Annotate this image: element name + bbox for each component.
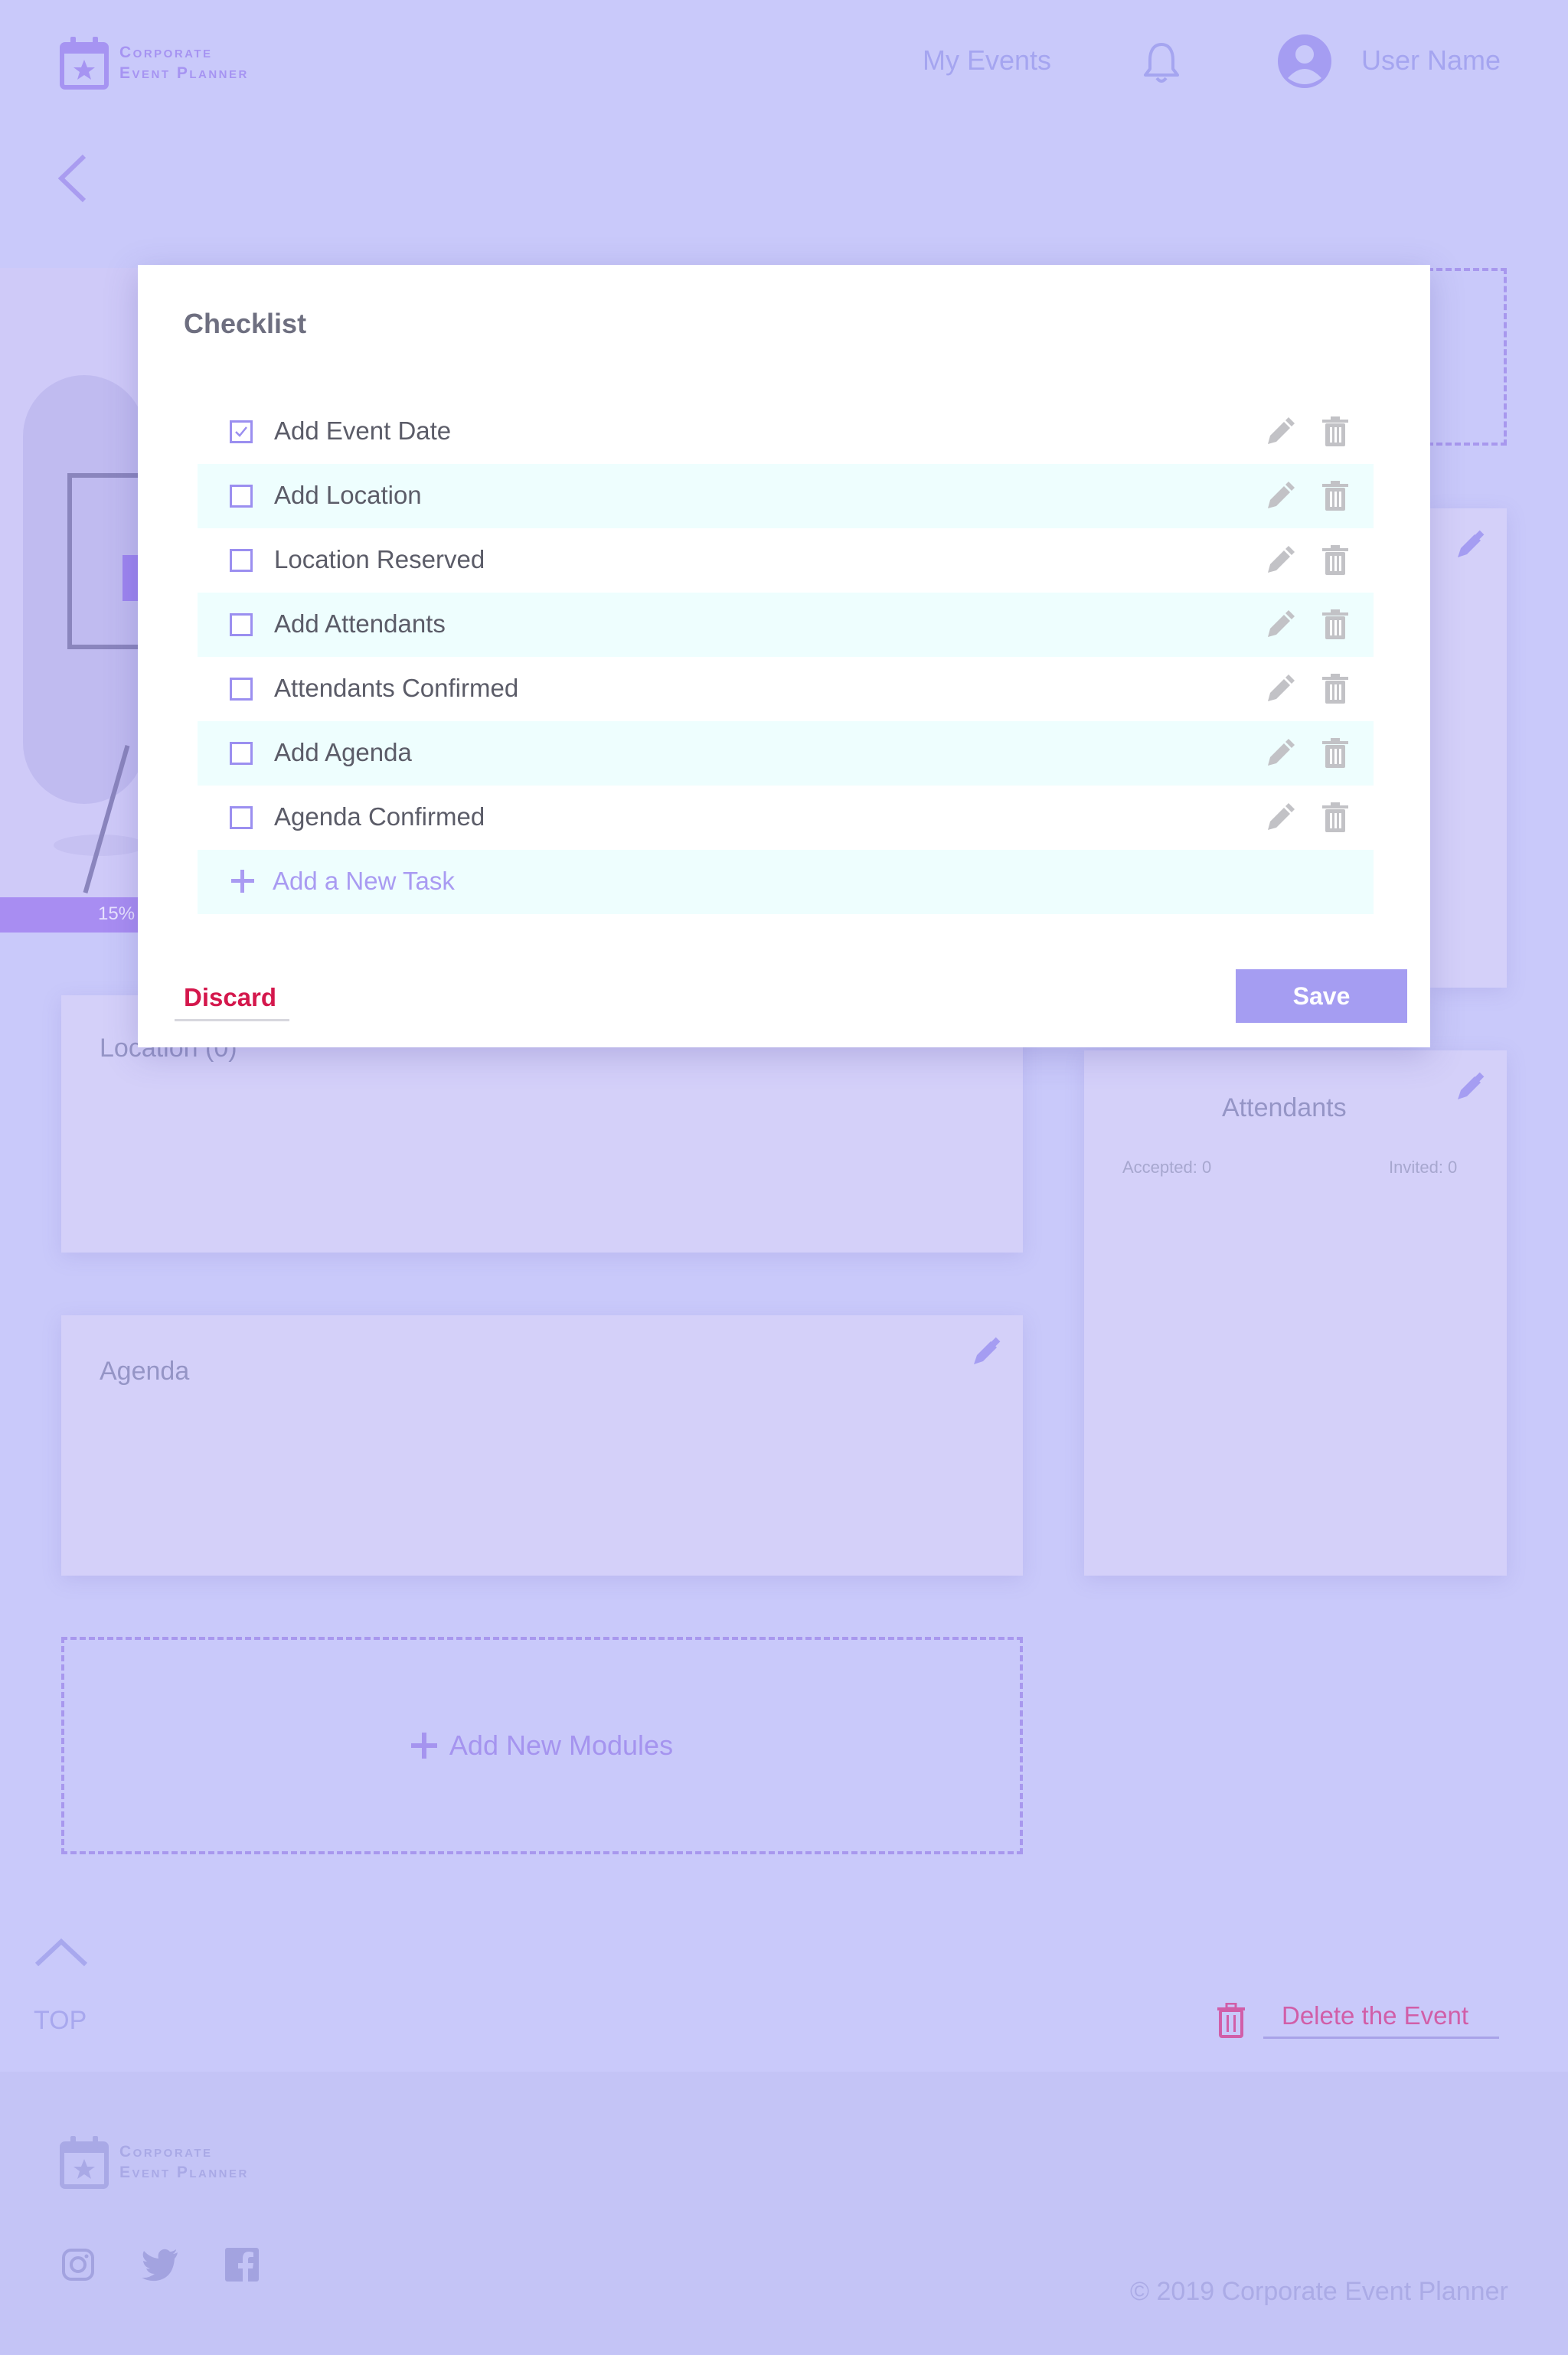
attendants-invited: Invited: 0: [1389, 1158, 1458, 1177]
task-row: Location Reserved: [198, 528, 1374, 593]
task-label: Attendants Confirmed: [274, 674, 519, 702]
footer-logo[interactable]: Corporate Event Planner: [60, 2135, 249, 2190]
plus-icon: [230, 868, 256, 894]
instagram-icon[interactable]: [61, 2248, 95, 2282]
trash-icon[interactable]: [1321, 609, 1349, 640]
chevron-up-icon[interactable]: [34, 1937, 89, 1968]
add-new-modules-button[interactable]: Add New Modules: [61, 1637, 1023, 1854]
checklist-modal: Checklist Add Event Date Add Location Loca…: [138, 265, 1430, 1047]
task-label: Location Reserved: [274, 545, 485, 573]
logo-line-1: Corporate: [119, 44, 213, 61]
pencil-icon[interactable]: [1265, 481, 1295, 511]
save-button[interactable]: Save: [1236, 969, 1407, 1023]
calendar-star-icon: [60, 35, 109, 90]
task-row: Agenda Confirmed: [198, 786, 1374, 850]
modal-title: Checklist: [184, 308, 307, 339]
pencil-icon[interactable]: [1265, 416, 1295, 447]
back-arrow-icon[interactable]: [55, 153, 89, 204]
delete-event-label: Delete the Event: [1263, 2001, 1499, 2039]
attendants-card: Attendants Accepted: 0 Invited: 0: [1084, 1050, 1507, 1576]
task-checkbox[interactable]: [230, 549, 253, 572]
pencil-icon[interactable]: [1455, 530, 1485, 560]
footer: Corporate Event Planner © 2019 Corporate…: [0, 2072, 1568, 2355]
attendants-accepted: Accepted: 0: [1122, 1158, 1212, 1177]
facebook-icon[interactable]: [225, 2248, 259, 2282]
pencil-icon[interactable]: [971, 1337, 1001, 1367]
task-row: Add Attendants: [198, 593, 1374, 657]
twitter-icon[interactable]: [141, 2248, 179, 2282]
task-list: Add Event Date Add Location Location Reser…: [198, 400, 1374, 914]
event-progress-label: 15%: [98, 903, 136, 924]
footer-logo-line-1: Corporate: [119, 2143, 213, 2161]
trash-icon[interactable]: [1321, 802, 1349, 833]
event-hero-image: [0, 268, 145, 930]
task-checkbox[interactable]: [230, 678, 253, 701]
pencil-icon[interactable]: [1265, 545, 1295, 576]
user-name[interactable]: User Name: [1361, 44, 1501, 77]
task-label: Agenda Confirmed: [274, 802, 485, 831]
top-nav: Corporate Event Planner My Events User N…: [0, 0, 1568, 122]
task-row: Add Event Date: [198, 400, 1374, 464]
pencil-icon[interactable]: [1265, 609, 1295, 640]
copyright: © 2019 Corporate Event Planner: [1130, 2277, 1508, 2306]
pencil-icon[interactable]: [1265, 802, 1295, 833]
task-label: Add Location: [274, 481, 422, 509]
trash-icon: [1216, 2002, 1246, 2038]
attendants-card-title: Attendants: [1222, 1093, 1347, 1122]
pencil-icon[interactable]: [1455, 1072, 1485, 1102]
task-checkbox[interactable]: [230, 742, 253, 765]
delete-event-button[interactable]: Delete the Event: [1216, 2001, 1499, 2039]
task-label: Add Attendants: [274, 609, 446, 638]
trash-icon[interactable]: [1321, 674, 1349, 704]
logo-line-2: Event Planner: [119, 64, 249, 82]
user-avatar-icon[interactable]: [1277, 34, 1332, 89]
discard-button[interactable]: Discard: [175, 982, 289, 1021]
add-new-modules-label: Add New Modules: [449, 1730, 674, 1761]
checklist-card: [1430, 508, 1507, 988]
footer-logo-line-2: Event Planner: [119, 2164, 249, 2181]
agenda-card-title: Agenda: [100, 1357, 190, 1386]
add-new-task-label: Add a New Task: [273, 867, 455, 895]
task-checkbox[interactable]: [230, 613, 253, 636]
nav-my-events[interactable]: My Events: [923, 44, 1051, 77]
scroll-top-link[interactable]: TOP: [34, 2006, 87, 2036]
task-label: Add Event Date: [274, 416, 452, 445]
trash-icon[interactable]: [1321, 416, 1349, 447]
bell-icon[interactable]: [1141, 40, 1182, 86]
task-checkbox[interactable]: [230, 806, 253, 829]
app-logo[interactable]: Corporate Event Planner: [60, 35, 249, 90]
pencil-icon[interactable]: [1265, 674, 1295, 704]
trash-icon[interactable]: [1321, 738, 1349, 769]
calendar-star-icon: [60, 2135, 109, 2190]
trash-icon[interactable]: [1321, 481, 1349, 511]
task-row: Add Location: [198, 464, 1374, 528]
add-new-task-button[interactable]: Add a New Task: [198, 850, 1374, 914]
task-row: Add Agenda: [198, 721, 1374, 786]
task-checkbox[interactable]: [230, 420, 253, 443]
plus-icon: [410, 1733, 437, 1759]
agenda-card: Agenda: [61, 1315, 1023, 1576]
task-checkbox[interactable]: [230, 485, 253, 508]
pencil-icon[interactable]: [1265, 738, 1295, 769]
task-row: Attendants Confirmed: [198, 657, 1374, 721]
trash-icon[interactable]: [1321, 545, 1349, 576]
task-label: Add Agenda: [274, 738, 412, 766]
